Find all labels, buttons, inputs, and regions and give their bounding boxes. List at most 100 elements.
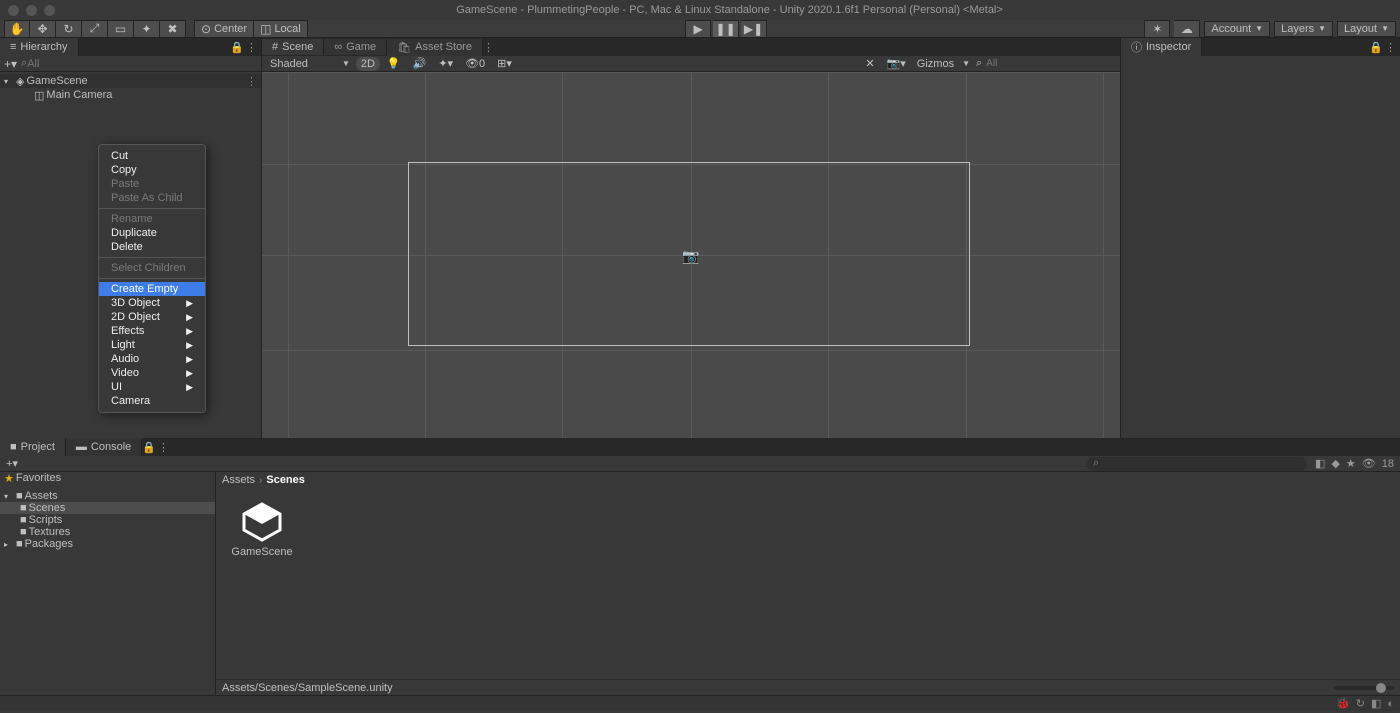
expand-arrow-icon[interactable]: ▾ (4, 77, 14, 86)
background-tasks-icon[interactable]: ◧ (1371, 697, 1381, 710)
scale-tool[interactable]: ⤢ (82, 20, 108, 38)
fx-toggle[interactable]: ✦▾ (433, 57, 458, 71)
lock-icon[interactable]: 🔒 (230, 41, 244, 54)
favorites-row[interactable]: ★ Favorites (0, 472, 215, 484)
assets-folder[interactable]: ▾ ■ Assets (0, 490, 215, 502)
pivot-mode-toggle[interactable]: ⊙Center (194, 20, 254, 38)
bug-icon[interactable]: 🐞 (1336, 697, 1350, 710)
custom-tool[interactable]: ✖ (160, 20, 186, 38)
game-tab-icon: ∞ (334, 41, 342, 53)
unity-scene-asset-icon (238, 502, 286, 542)
pause-button[interactable]: ❚❚ (713, 20, 739, 38)
breadcrumb-root[interactable]: Assets (222, 474, 255, 486)
layout-dropdown[interactable]: Layout▼ (1337, 21, 1396, 37)
menu-icon[interactable]: ⋮ (483, 41, 494, 54)
tab-project[interactable]: ■Project (0, 438, 66, 456)
audio-toggle[interactable]: 🔊 (408, 57, 432, 71)
2d-mode-toggle[interactable]: 2D (356, 57, 380, 71)
hierarchy-search-input[interactable] (27, 58, 257, 70)
close-window-icon[interactable] (8, 5, 19, 16)
ctx-light[interactable]: Light▶ (99, 338, 205, 352)
project-search-input[interactable]: ⌕ (1087, 457, 1307, 471)
asset-label: GameScene (231, 546, 292, 558)
step-button[interactable]: ▶❚ (741, 20, 767, 38)
hidden-toggle-icon[interactable]: 👁 (1362, 457, 1376, 470)
cloud-icon[interactable]: ☁ (1174, 20, 1200, 38)
hand-tool[interactable]: ✋ (4, 20, 30, 38)
expand-arrow-icon[interactable]: ▾ (4, 492, 14, 501)
shading-mode-dropdown[interactable]: Shaded▼ (266, 57, 354, 71)
collab-icon[interactable]: ✶ (1144, 20, 1170, 38)
scripts-folder[interactable]: ■ Scripts (0, 514, 215, 526)
ctx-ui[interactable]: UI▶ (99, 380, 205, 394)
expand-arrow-icon[interactable]: ▸ (4, 540, 14, 549)
camera-settings-icon[interactable]: ✕ (860, 57, 879, 71)
thumbnail-size-slider[interactable] (1334, 686, 1394, 690)
menu-icon[interactable]: ⋮ (1385, 41, 1396, 54)
rotate-tool[interactable]: ↻ (56, 20, 82, 38)
hierarchy-item-main-camera[interactable]: ◫ Main Camera (0, 88, 261, 102)
camera-gizmo-icon[interactable]: 📷 (682, 248, 699, 265)
submenu-arrow-icon: ▶ (186, 338, 193, 352)
activity-icon[interactable]: ◐ (1387, 698, 1394, 710)
ctx-paste: Paste (99, 177, 205, 191)
tab-scene[interactable]: #Scene (262, 39, 324, 55)
scenes-folder[interactable]: ■ Scenes (0, 502, 215, 514)
filter-by-type-icon[interactable]: ◧ (1315, 457, 1325, 470)
menu-icon[interactable]: ⋮ (158, 441, 169, 454)
ctx-duplicate[interactable]: Duplicate (99, 226, 205, 240)
packages-folder[interactable]: ▸ ■ Packages (0, 538, 215, 550)
submenu-arrow-icon: ▶ (186, 296, 193, 310)
account-dropdown[interactable]: Account ▼ (1204, 21, 1270, 37)
play-button[interactable]: ▶ (685, 20, 711, 38)
console-icon: ▬ (76, 441, 87, 453)
lock-icon[interactable]: 🔒 (142, 441, 156, 454)
add-button[interactable]: +▾ (4, 57, 17, 71)
menu-icon[interactable]: ⋮ (246, 41, 257, 54)
ctx-effects[interactable]: Effects▶ (99, 324, 205, 338)
filter-by-label-icon[interactable]: ◆ (1331, 457, 1339, 470)
scene-search-input[interactable] (986, 58, 1118, 69)
breadcrumb-current[interactable]: Scenes (266, 474, 305, 486)
minimize-window-icon[interactable] (26, 5, 37, 16)
ctx-cut[interactable]: Cut (99, 149, 205, 163)
asset-gamescene[interactable]: GameScene (230, 502, 294, 665)
hierarchy-scene-row[interactable]: ▾ ◈ GameScene ⋮ (0, 74, 261, 88)
project-add-button[interactable]: +▾ (6, 457, 18, 470)
ctx-3d-object[interactable]: 3D Object▶ (99, 296, 205, 310)
ctx-video[interactable]: Video▶ (99, 366, 205, 380)
ctx-2d-object[interactable]: 2D Object▶ (99, 310, 205, 324)
lighting-toggle[interactable]: 💡 (382, 57, 406, 71)
textures-folder[interactable]: ■ Textures (0, 526, 215, 538)
ctx-paste-as-child: Paste As Child (99, 191, 205, 205)
rect-tool[interactable]: ▭ (108, 20, 134, 38)
autorefresh-icon[interactable]: ↻ (1356, 697, 1365, 710)
lock-icon[interactable]: 🔒 (1369, 41, 1383, 54)
ctx-copy[interactable]: Copy (99, 163, 205, 177)
chevron-down-icon: ▼ (1255, 24, 1263, 33)
ctx-delete[interactable]: Delete (99, 240, 205, 254)
layers-dropdown[interactable]: Layers▼ (1274, 21, 1333, 37)
tab-console[interactable]: ▬Console (66, 438, 142, 456)
view-camera-icon[interactable]: 📷▾ (882, 57, 911, 71)
maximize-window-icon[interactable] (44, 5, 55, 16)
hierarchy-icon: ≡ (10, 41, 16, 53)
tab-asset-store[interactable]: 🛍Asset Store (387, 39, 483, 56)
tab-game[interactable]: ∞Game (324, 39, 387, 55)
ctx-audio[interactable]: Audio▶ (99, 352, 205, 366)
scene-menu-icon[interactable]: ⋮ (246, 75, 257, 88)
move-tool[interactable]: ✥ (30, 20, 56, 38)
ctx-camera[interactable]: Camera (99, 394, 205, 408)
grid-toggle[interactable]: ⊞▾ (492, 57, 517, 71)
favorite-icon[interactable]: ★ (1346, 457, 1356, 470)
transform-tool[interactable]: ✦ (134, 20, 160, 38)
scene-viewport[interactable]: 📷 (262, 72, 1120, 438)
account-dropdown-label: Account (1211, 23, 1251, 35)
hierarchy-tab-label: Hierarchy (20, 41, 67, 53)
inspector-tab[interactable]: ⓘInspector (1121, 38, 1202, 56)
pivot-rotation-toggle[interactable]: ◫Local (254, 20, 308, 38)
hierarchy-tab[interactable]: ≡ Hierarchy (0, 38, 79, 56)
gizmos-dropdown[interactable]: Gizmos▼ (913, 57, 974, 71)
ctx-create-empty[interactable]: Create Empty (99, 282, 205, 296)
hidden-objects-toggle[interactable]: 👁0 (460, 57, 490, 71)
